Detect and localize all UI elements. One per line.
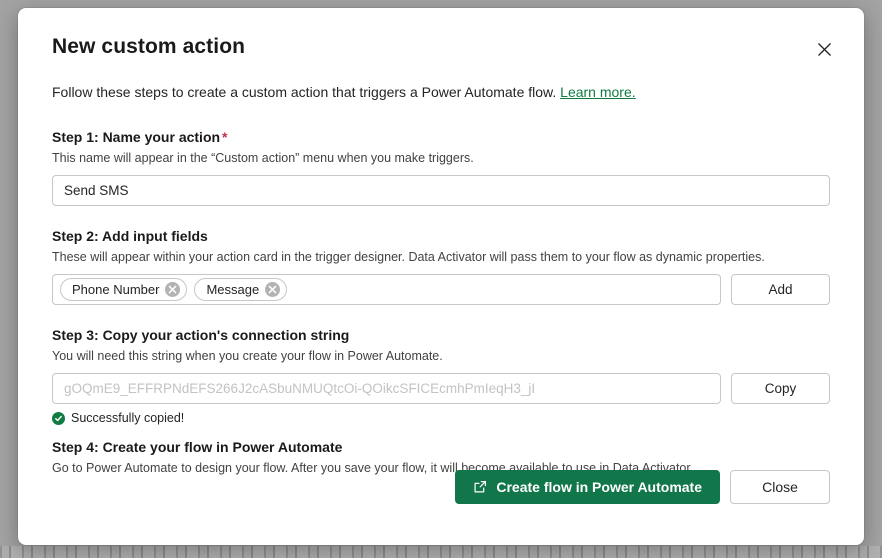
add-input-field-button[interactable]: Add xyxy=(731,274,830,306)
check-circle-icon xyxy=(52,411,65,425)
background-content-strip xyxy=(0,546,882,558)
connection-string-input[interactable] xyxy=(52,373,721,405)
input-field-tag-label: Message xyxy=(206,282,260,298)
copy-status-message: Successfully copied! xyxy=(52,411,830,425)
step-2-title: Step 2: Add input fields xyxy=(52,227,208,244)
create-flow-button-label: Create flow in Power Automate xyxy=(496,479,702,495)
dialog-title: New custom action xyxy=(52,35,246,58)
action-name-input[interactable] xyxy=(52,174,830,206)
learn-more-link[interactable]: Learn more. xyxy=(560,84,635,100)
step-1-section: Step 1: Name your action * This name will… xyxy=(52,129,830,206)
step-1-description: This name will appear in the “Custom act… xyxy=(52,150,474,165)
input-field-tag[interactable]: Phone Number xyxy=(60,278,188,302)
step-2-section: Step 2: Add input fields These will appe… xyxy=(52,227,830,306)
required-asterisk: * xyxy=(222,128,228,145)
close-icon[interactable] xyxy=(808,33,840,65)
close-circle-icon[interactable] xyxy=(265,282,281,298)
step-1-title: Step 1: Name your action * xyxy=(52,129,830,145)
input-field-tag-label: Phone Number xyxy=(72,282,160,298)
input-field-tag[interactable]: Message xyxy=(194,278,288,302)
close-button[interactable]: Close xyxy=(730,470,830,504)
create-flow-in-power-automate-button[interactable]: Create flow in Power Automate xyxy=(455,470,720,504)
close-circle-icon[interactable] xyxy=(165,282,181,298)
step-2-row: Phone Number Message Add xyxy=(52,274,830,306)
step-4-title: Step 4: Create your flow in Power Automa… xyxy=(52,439,343,456)
step-1-title-text: Step 1: Name your action xyxy=(52,128,221,145)
step-2-description: These will appear within your action car… xyxy=(52,249,765,264)
dialog-intro-text: Follow these steps to create a custom ac… xyxy=(52,84,557,101)
input-fields-tag-box[interactable]: Phone Number Message xyxy=(52,274,721,306)
step-3-section: Step 3: Copy your action's connection st… xyxy=(52,327,830,425)
dialog-body: New custom action Follow these steps to … xyxy=(18,8,864,545)
step-3-title: Step 3: Copy your action's connection st… xyxy=(52,327,350,344)
dialog-footer: Create flow in Power Automate Close xyxy=(455,470,830,504)
step-3-row: Copy xyxy=(52,373,830,405)
new-custom-action-dialog: New custom action Follow these steps to … xyxy=(18,8,864,545)
dialog-intro: Follow these steps to create a custom ac… xyxy=(52,83,830,103)
copy-status-text: Successfully copied! xyxy=(71,411,185,426)
copy-connection-string-button[interactable]: Copy xyxy=(731,373,830,405)
step-3-description: You will need this string when you creat… xyxy=(52,349,443,364)
external-link-icon xyxy=(473,480,487,494)
